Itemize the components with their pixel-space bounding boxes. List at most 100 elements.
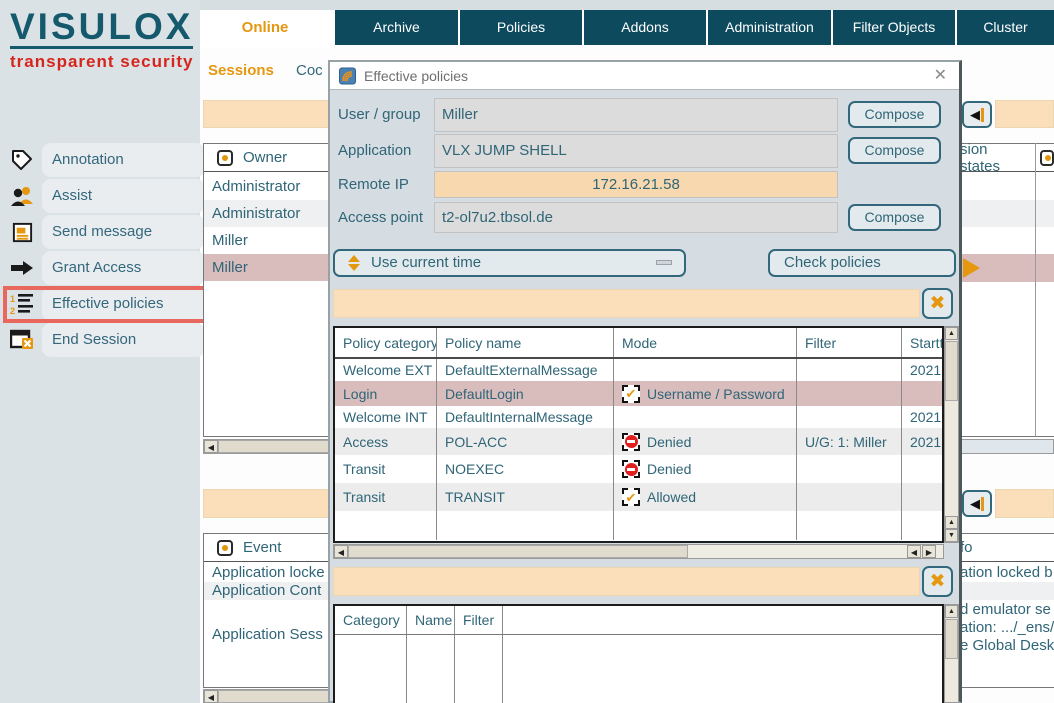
dialog-titlebar[interactable]: Effective policies ✕ (330, 62, 959, 90)
scroll-left-icon[interactable]: ◀ (204, 690, 218, 703)
scroll-up-icon[interactable]: ▲ (945, 327, 958, 340)
dismiss-cross-icon[interactable]: ✖ (922, 566, 953, 597)
detail-table-filler (335, 635, 942, 703)
tab-archive[interactable]: Archive (334, 10, 458, 45)
policy-category-cell: Welcome EXT (335, 359, 437, 381)
info-row[interactable]: d emulator se (958, 601, 1054, 619)
policy-category-cell: Transit (335, 483, 437, 511)
policy-mode-label: Denied (647, 434, 691, 450)
session-row[interactable] (958, 227, 1054, 254)
sidebar-item-send-message[interactable]: Send message (0, 215, 204, 249)
column-header: Name (407, 606, 455, 634)
policy-name-cell: POL-ACC (437, 428, 614, 455)
policy-filter-cell (797, 406, 902, 428)
subtab-sessions[interactable]: Sessions (208, 62, 274, 79)
scroll-thumb[interactable] (945, 341, 958, 401)
scroll-left-icon[interactable]: ◀ (204, 440, 218, 453)
policy-vscrollbar[interactable]: ▲ ▲ ▼ (944, 326, 959, 543)
scroll-left-icon[interactable]: ◀ (907, 545, 921, 558)
collapse-left-button[interactable]: ◀ (962, 101, 992, 128)
info-row[interactable]: ation: .../_ens/ (958, 619, 1054, 637)
info-row[interactable]: ation locked b (958, 564, 1054, 582)
scroll-left-icon[interactable]: ◀ (334, 545, 348, 558)
tab-cluster[interactable]: Cluster (956, 10, 1054, 45)
brand-logo: VISULOX (10, 8, 193, 49)
field-label: Application (338, 134, 432, 168)
info-row[interactable] (958, 582, 1054, 600)
policy-row[interactable]: Transit TRANSIT ✔ Allowed (335, 483, 942, 511)
tab-online[interactable]: Online (200, 10, 330, 48)
compose-access-point-button[interactable]: Compose (848, 204, 941, 231)
policy-name-cell: DefaultExternalMessage (437, 359, 614, 381)
column-header: Startt (902, 328, 942, 357)
policy-row[interactable]: Access POL-ACC Denied U/G: 1: Miller 202… (335, 428, 942, 455)
policy-mode-cell: ✔ Allowed (614, 483, 797, 511)
tab-filter-objects[interactable]: Filter Objects (832, 10, 955, 45)
scroll-up-icon[interactable]: ▲ (945, 605, 958, 618)
triangle-left-icon: ◀ (970, 497, 980, 510)
compose-application-button[interactable]: Compose (848, 137, 941, 164)
column-header: Mode (614, 328, 797, 357)
policy-start-cell: 2021 (902, 359, 942, 381)
scroll-right-icon[interactable]: ▶ (922, 545, 936, 558)
policy-row[interactable]: Welcome EXT DefaultExternalMessage 2021 (335, 359, 942, 381)
column-header: Filter (455, 606, 503, 634)
detail-result-bar (333, 567, 920, 596)
effective-policies-dialog: Effective policies ✕ User / group Miller… (328, 60, 962, 703)
detail-vscrollbar[interactable]: ▲ (944, 604, 959, 703)
remote-ip-field[interactable]: 172.16.21.58 (434, 171, 838, 198)
scroll-thumb[interactable] (348, 545, 688, 558)
close-icon[interactable]: ✕ (934, 62, 947, 90)
policy-start-cell (902, 483, 942, 511)
session-hscrollbar[interactable] (958, 439, 1054, 454)
check-policies-button[interactable]: Check policies (768, 249, 956, 277)
sidebar-item-annotation[interactable]: Annotation (0, 143, 204, 177)
record-marker-icon (217, 150, 233, 166)
scroll-thumb[interactable] (945, 619, 958, 659)
dismiss-cross-icon[interactable]: ✖ (922, 288, 953, 319)
policy-row[interactable]: Transit NOEXEC Denied (335, 455, 942, 483)
policy-mode-cell: Denied (614, 455, 797, 483)
spinner-handle-icon[interactable] (656, 260, 672, 265)
sidebar-item-end-session[interactable]: End Session (0, 323, 204, 357)
column-header: Filter (797, 328, 902, 357)
tab-administration[interactable]: Administration (707, 10, 831, 45)
sidebar-item-label: Grant Access (52, 251, 141, 285)
tab-policies[interactable]: Policies (459, 10, 582, 45)
play-icon (963, 258, 980, 278)
policy-category-cell: Login (335, 381, 437, 406)
sidebar-item-label: Assist (52, 179, 92, 213)
field-label: Access point (338, 202, 432, 233)
allowed-icon: ✔ (622, 488, 640, 506)
session-row[interactable] (958, 173, 1054, 200)
orange-bar-icon (981, 108, 984, 122)
sidebar-item-label: Send message (52, 215, 152, 249)
user-group-field[interactable]: Miller (434, 98, 838, 132)
sidebar-item-assist[interactable]: Assist (0, 179, 204, 213)
event-header-label: Event (243, 539, 281, 556)
policy-row[interactable]: Welcome INT DefaultInternalMessage 2021 (335, 406, 942, 428)
policy-hscrollbar[interactable]: ◀ ◀ ▶ (333, 544, 944, 559)
policy-row-selected[interactable]: Login DefaultLogin ✔ Username / Password (335, 381, 942, 406)
policy-mode-label: Denied (647, 461, 691, 477)
time-selector-button[interactable]: Use current time (333, 249, 686, 277)
scroll-down-icon[interactable]: ▼ (945, 529, 958, 542)
info-toolbar (995, 489, 1054, 518)
tab-addons[interactable]: Addons (583, 10, 706, 45)
sidebar-item-grant-access[interactable]: Grant Access (0, 251, 204, 285)
record-marker-icon (217, 540, 233, 556)
sidebar: VISULOX transparent security Annotation … (0, 0, 200, 703)
scroll-up-icon[interactable]: ▲ (945, 516, 958, 529)
app-window: VISULOX transparent security Annotation … (0, 0, 1054, 703)
access-point-field[interactable]: t2-ol7u2.tbsol.de (434, 202, 838, 233)
policy-name-cell: DefaultLogin (437, 381, 614, 406)
compose-user-button[interactable]: Compose (848, 101, 941, 128)
application-field[interactable]: VLX JUMP SHELL (434, 134, 838, 168)
info-table: fo ation locked b d emulator se ation: .… (958, 533, 1054, 688)
info-row[interactable]: e Global Deskt (958, 637, 1054, 655)
session-row[interactable] (958, 200, 1054, 227)
subtab-partial[interactable]: Coc (296, 62, 323, 79)
policy-name-cell: TRANSIT (437, 483, 614, 511)
collapse-left-button[interactable]: ◀ (962, 490, 992, 517)
column-header: Policy name (437, 328, 614, 357)
